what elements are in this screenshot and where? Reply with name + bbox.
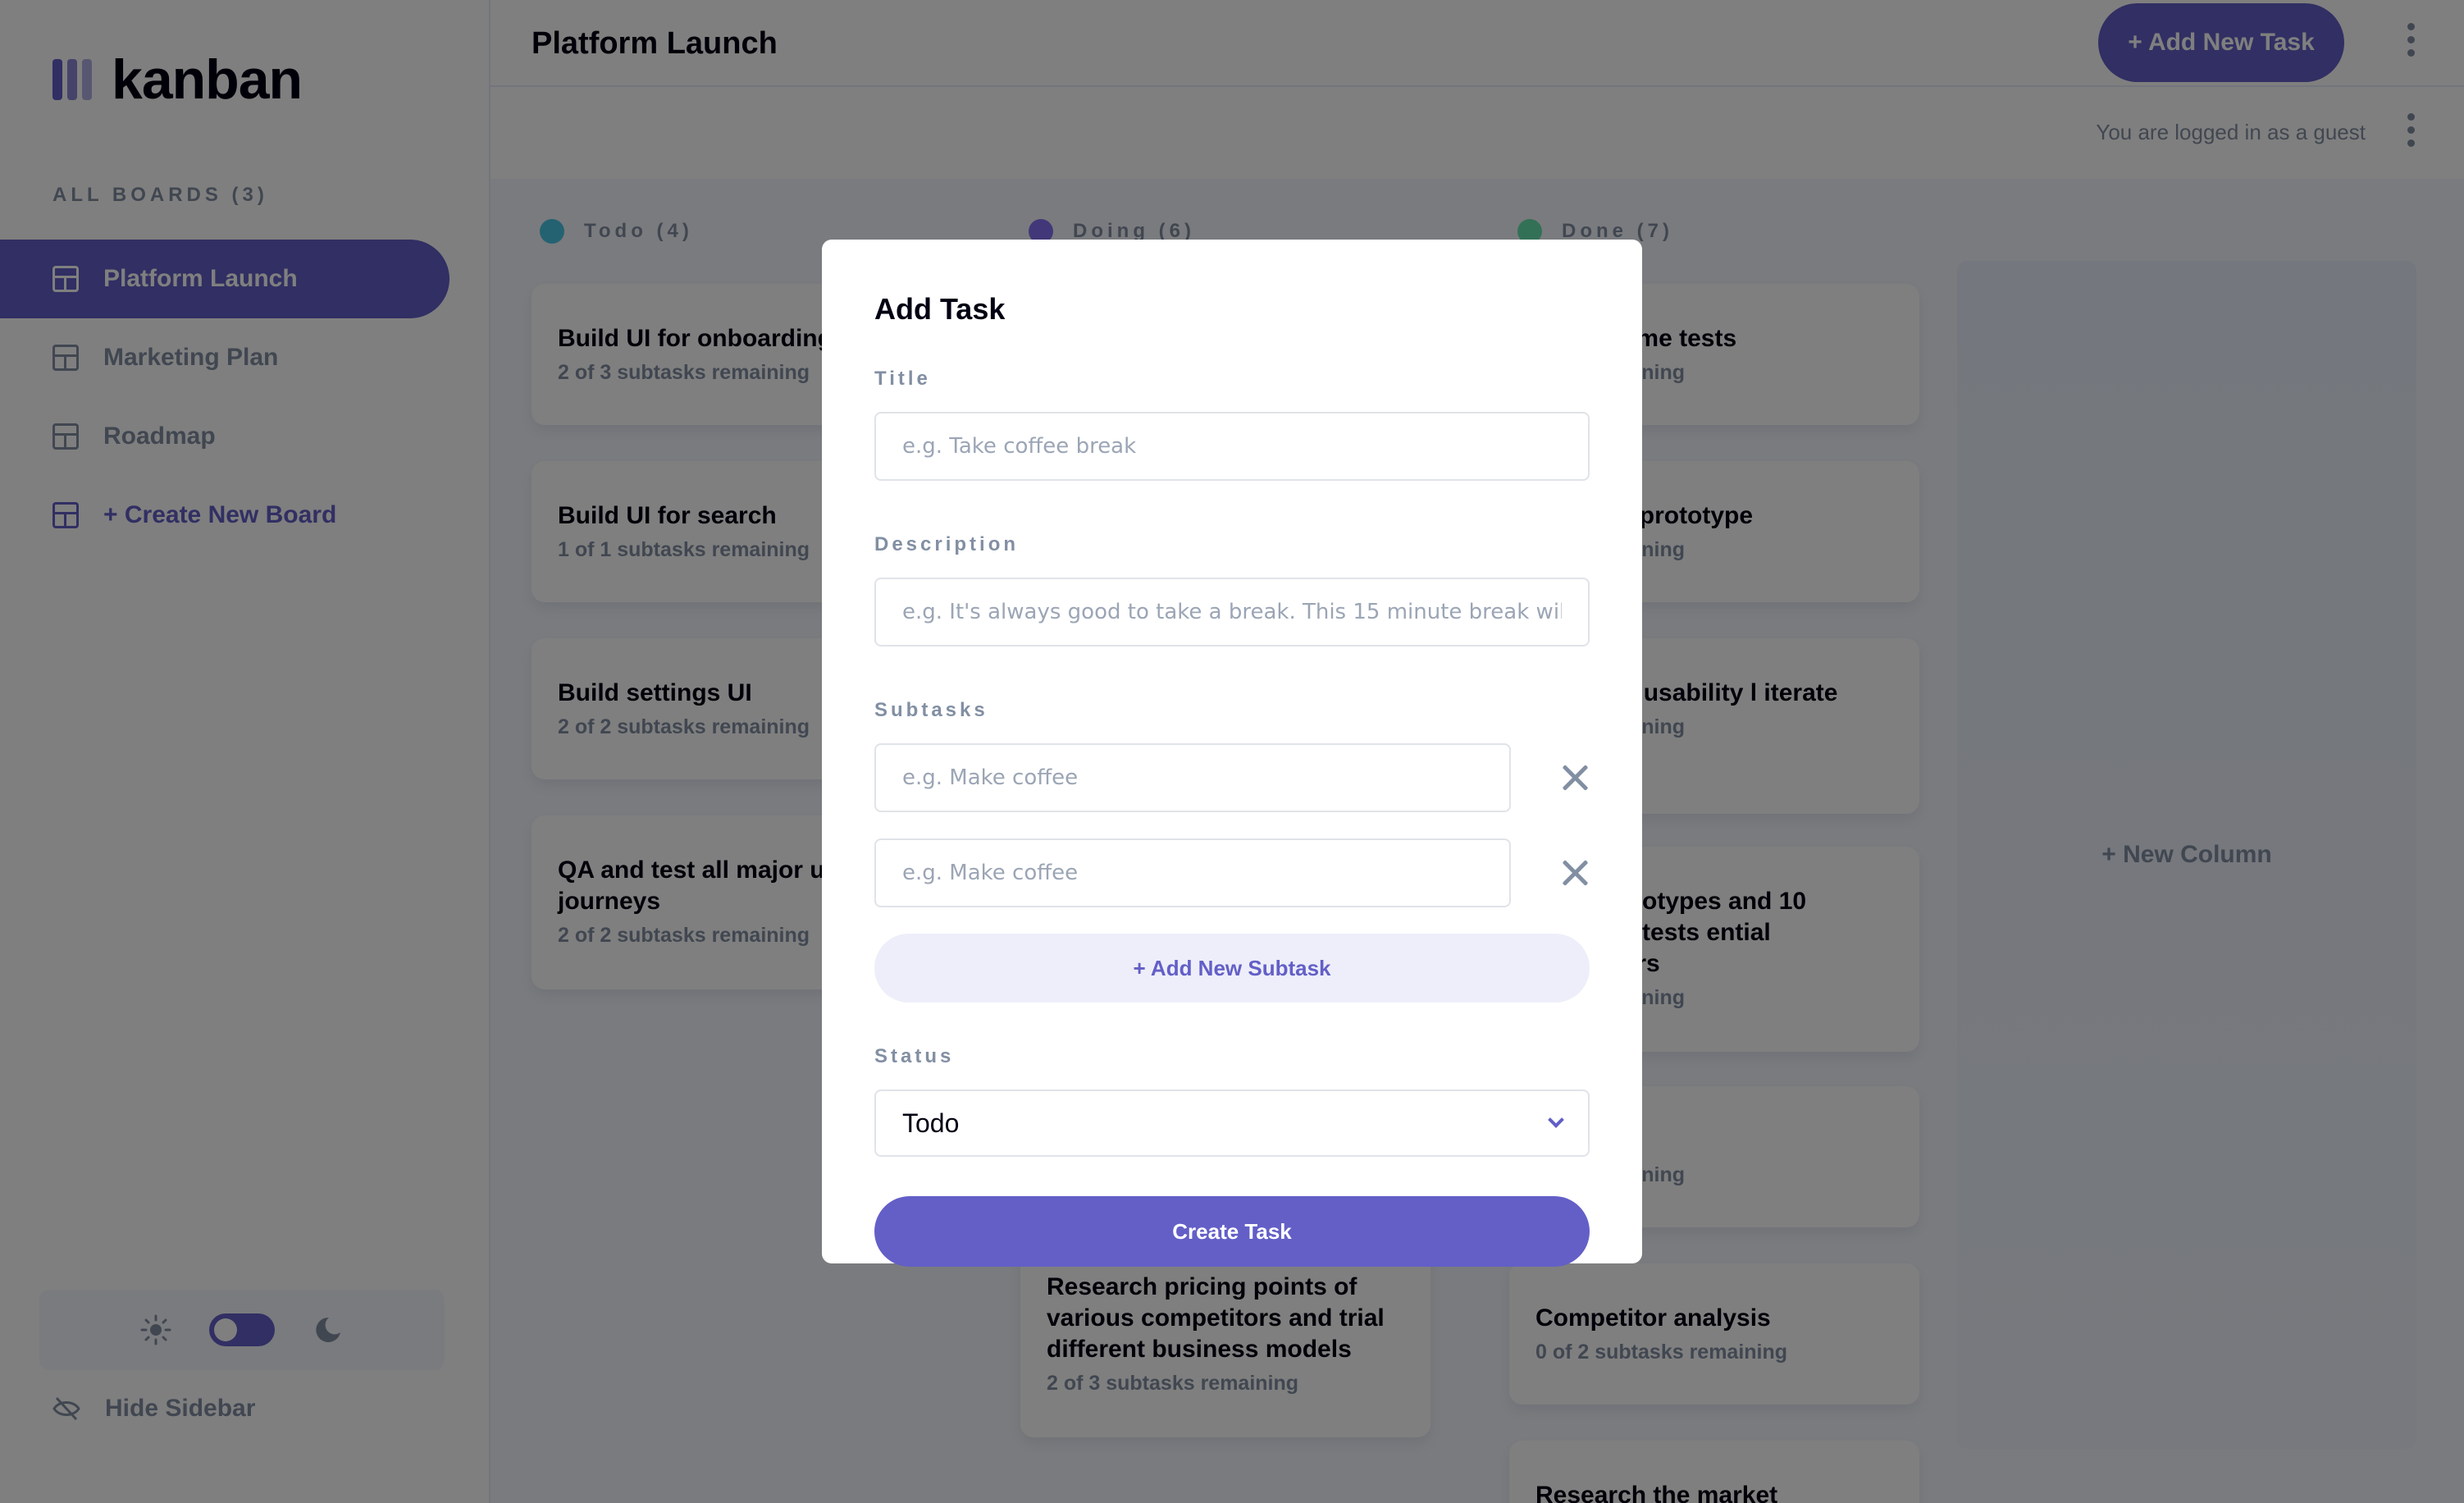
subtask-input[interactable]: [874, 743, 1511, 812]
subtasks-label: Subtasks: [874, 699, 988, 721]
subtask-row: [874, 743, 1590, 812]
status-label: Status: [874, 1045, 955, 1067]
description-label: Description: [874, 533, 1020, 555]
status-select[interactable]: Todo: [874, 1090, 1590, 1157]
status-value: Todo: [902, 1108, 960, 1138]
add-task-modal: Add Task Title Description Subtasks + Ad…: [822, 240, 1642, 1267]
add-subtask-button[interactable]: + Add New Subtask: [874, 934, 1590, 1003]
title-input[interactable]: [874, 412, 1590, 481]
chevron-down-icon: [1548, 1112, 1564, 1128]
title-label: Title: [874, 368, 931, 390]
description-input[interactable]: [874, 578, 1590, 646]
remove-subtask-icon[interactable]: [1560, 763, 1590, 793]
create-task-button[interactable]: Create Task: [874, 1196, 1590, 1267]
subtask-input[interactable]: [874, 838, 1511, 907]
modal-title: Add Task: [874, 292, 1006, 326]
remove-subtask-icon[interactable]: [1560, 858, 1590, 888]
subtask-row: [874, 838, 1590, 907]
